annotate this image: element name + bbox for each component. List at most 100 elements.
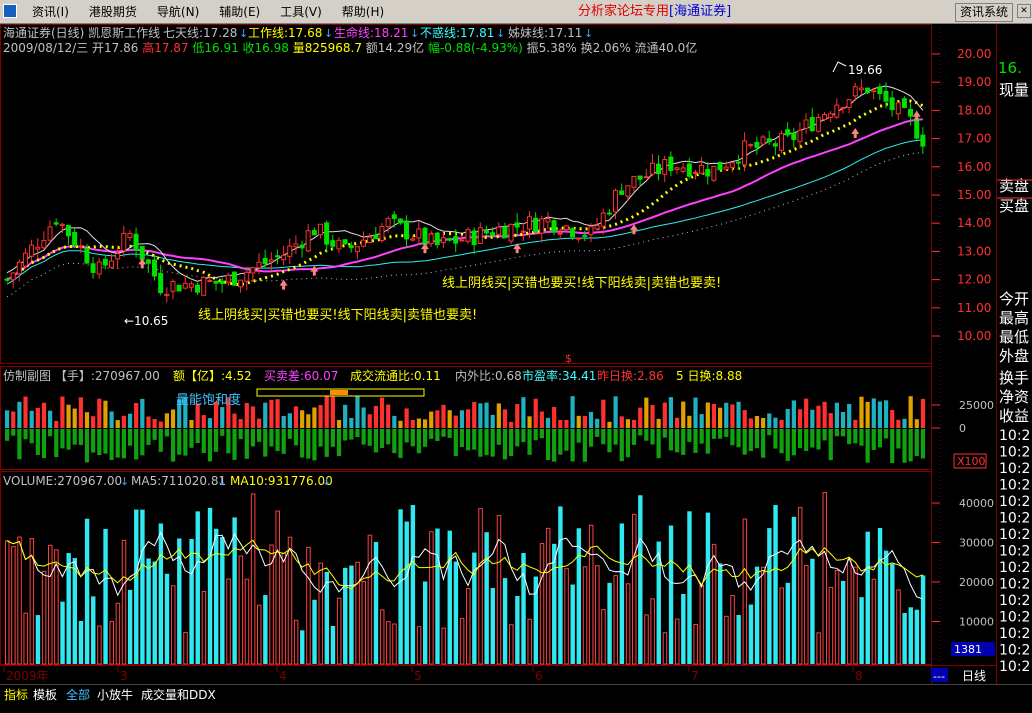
down-arrow-icon: ↓ [410, 27, 419, 40]
volume-bar-down [213, 528, 219, 664]
candle-body [834, 104, 840, 118]
chart-canvas[interactable]: 海通证券(日线) 凯恩斯工作线 七天线:17.28 ↓ 工作线:17.68 ↓ 生命线:… [0, 24, 1032, 684]
menu-assist[interactable]: 辅助(E) [209, 0, 270, 24]
up-arrow-icon [420, 243, 429, 254]
menu-tools[interactable]: 工具(V) [270, 0, 332, 24]
sub-bar-up [318, 405, 323, 428]
moving-average-lines [6, 85, 924, 298]
sub-bar-down [711, 429, 717, 439]
sub-bar-up [201, 415, 206, 428]
sub-bar-down [213, 429, 219, 452]
tab-template[interactable]: 模板 [33, 687, 57, 703]
menu-info[interactable]: 资讯(I) [22, 0, 79, 24]
quote-line: 2009/08/12/三 开17.86 高17.87 低16.91 收16.98… [3, 40, 697, 55]
sub-bar-down [816, 429, 821, 450]
brand-forum: 分析家论坛专用 [578, 4, 670, 19]
sub-bar-up [711, 403, 717, 428]
candle-body [908, 108, 914, 117]
volume-bar-down [484, 532, 489, 664]
candle-body [692, 171, 698, 174]
tab-indicator[interactable]: 指标 [4, 687, 28, 703]
volume-bar-down [232, 517, 237, 664]
sub-bar-down [35, 429, 40, 455]
volume-bar-down [840, 580, 846, 664]
sub-bar-down [207, 429, 213, 462]
sub-bar-down [656, 429, 661, 459]
volume-bar-down [220, 537, 225, 664]
sub-bar-down [558, 429, 563, 455]
candle-body [152, 259, 158, 277]
sub-header-field: 5 日换:8.88 [676, 369, 742, 383]
volume-bar-up [459, 617, 465, 665]
sub-bar-up [170, 409, 176, 428]
sub-bar-down [287, 429, 292, 439]
candle-body [828, 113, 834, 118]
candle-body [625, 185, 631, 197]
sub-bar-down [804, 429, 809, 451]
sub-bar-down [681, 429, 686, 455]
sub-bar-up [410, 419, 415, 428]
tick-time: 10:2 [999, 428, 1030, 444]
volume-bar-up [318, 562, 323, 665]
app-icon[interactable] [3, 4, 17, 18]
sub-bar-up [908, 396, 913, 428]
volume-bar-up [595, 565, 600, 665]
sub-bar-up [330, 396, 335, 428]
sub-bar-down [318, 429, 323, 447]
tab-volume-ddx[interactable]: 成交量和DDX [141, 687, 216, 703]
sub-bar-down [785, 429, 790, 461]
indicator-label: 七天线:17.28 [163, 26, 237, 40]
info-system-button[interactable]: 资讯系统 [955, 3, 1014, 22]
sub-bar-up [466, 409, 471, 428]
volume-bar-down [865, 531, 870, 664]
volume-bar-up [416, 626, 422, 665]
volume-bar-up [496, 515, 502, 665]
sub-bar-down [619, 429, 624, 462]
candle-body [96, 261, 102, 275]
sub-bar-up [840, 411, 846, 428]
sub-bar-down [336, 429, 342, 457]
volume-bar-up [613, 575, 619, 665]
candle-body [201, 277, 207, 296]
saturation-label: 量能饱和度 [176, 392, 241, 408]
menu-navigate[interactable]: 导航(N) [147, 0, 209, 24]
sub-header-field: 内外比:0.68 [455, 369, 522, 383]
candle-body [705, 168, 711, 177]
up-arrow-icon [138, 258, 147, 269]
menu-hk-futures[interactable]: 港股期货 [79, 0, 147, 24]
volume-bar-up [816, 632, 821, 665]
candle-body [901, 98, 907, 109]
sub-bar-down [244, 429, 249, 459]
sub-header-field: 额【亿】:4.52 [173, 368, 252, 383]
sub-bar-up [447, 410, 452, 428]
volume-tick-label: 20000 [959, 576, 994, 589]
menu-help[interactable]: 帮助(H) [332, 0, 394, 24]
sub-bar-up [509, 421, 514, 428]
sub-bar-up [687, 415, 692, 428]
sub-bar-up [668, 397, 674, 428]
volume-bar-down [773, 505, 778, 664]
signal-arrows [138, 110, 921, 290]
volume-bar-down [72, 558, 78, 664]
sub-bar-up [54, 420, 59, 428]
candle-body [53, 222, 59, 225]
sub-bar-up [638, 407, 643, 428]
sub-bar-up [656, 418, 661, 428]
sub-bar-up [582, 416, 587, 428]
volume-bar-up [545, 527, 551, 665]
close-icon[interactable]: ✕ [1017, 4, 1031, 18]
sub-bar-down [386, 429, 391, 445]
candle-body [877, 86, 883, 95]
price-axis: 20.00 19.00 18.00 17.00 16.00 15.00 14.00 13.00… [932, 47, 991, 343]
sub-bar-up [853, 419, 858, 428]
tab-xiaofangniu[interactable]: 小放牛 [97, 687, 133, 703]
sub-bar-up [545, 417, 551, 428]
candle-body [569, 228, 575, 238]
down-arrow-icon: ↓ [217, 475, 226, 488]
volume-bar-down [515, 596, 520, 664]
sub-bar-down [189, 429, 194, 448]
volume-bar-down [349, 565, 354, 664]
sub-bar-up [674, 417, 680, 428]
tab-all[interactable]: 全部 [66, 687, 90, 703]
sub-bar-up [269, 399, 274, 428]
